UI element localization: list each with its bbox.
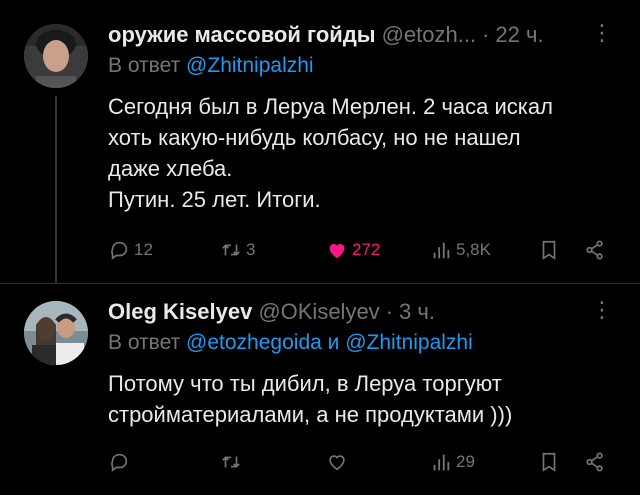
reply-count: 12: [134, 240, 153, 259]
avatar[interactable]: [24, 301, 88, 365]
share-icon: [586, 452, 603, 472]
repost-count: 3: [246, 240, 256, 259]
timestamp[interactable]: 3 ч.: [399, 299, 435, 325]
separator-dot: ·: [482, 22, 490, 47]
like-icon: [329, 244, 345, 259]
action-bar: 29: [108, 449, 618, 475]
like-icon: [329, 455, 345, 471]
like-button[interactable]: 272: [326, 237, 380, 263]
tweet-header: Oleg Kiselyev @OKiselyev · 3 ч.: [108, 299, 620, 327]
mention-link[interactable]: @Zhitnipalzhi: [186, 54, 314, 77]
reply-icon: [111, 241, 128, 260]
reply-and: и: [327, 331, 340, 354]
reply-prefix: В ответ: [108, 331, 181, 354]
views-button[interactable]: 29: [430, 449, 475, 475]
tweet-text-line: даже хлеба.: [108, 156, 233, 181]
author-handle[interactable]: @etozh...: [382, 22, 477, 48]
views-button[interactable]: 5,8K: [430, 237, 491, 263]
tweet-text-line: Путин. 25 лет. Итоги.: [108, 187, 321, 212]
author-name[interactable]: оружие массовой гойды: [108, 22, 376, 48]
reply-context: В ответ @Zhitnipalzhi: [108, 54, 620, 82]
views-icon: [433, 454, 450, 471]
share-button[interactable]: [584, 449, 606, 475]
share-icon: [586, 240, 603, 260]
repost-icon: [222, 244, 240, 256]
tweet-text-line: Потому что ты дибил, в Леруа торгуют: [108, 371, 502, 396]
reply-button[interactable]: 12: [108, 237, 153, 263]
repost-button[interactable]: [220, 449, 242, 475]
tweet[interactable]: оружие массовой гойды @etozh... · 22 ч. …: [0, 0, 640, 283]
share-button[interactable]: [584, 237, 606, 263]
bookmark-button[interactable]: [538, 449, 560, 475]
bookmark-button[interactable]: [538, 237, 560, 263]
action-bar: 12 3 272 5,8K: [108, 237, 618, 263]
reply-icon: [111, 453, 128, 472]
repost-icon: [222, 456, 240, 468]
more-icon[interactable]: ⋮: [591, 20, 613, 46]
tweet-text: Потому что ты дибил, в Леруа торгуют стр…: [108, 368, 620, 430]
reply-button[interactable]: [108, 449, 130, 475]
bookmark-icon: [542, 240, 556, 260]
timestamp[interactable]: 22 ч.: [495, 22, 543, 48]
tweet-text-line: стройматериалами, а не продуктами ))): [108, 402, 513, 427]
thread-line: [55, 96, 57, 283]
views-count: 29: [456, 452, 475, 471]
views-count: 5,8K: [456, 240, 491, 259]
views-icon: [433, 242, 450, 259]
tweet-text: Сегодня был в Леруа Мерлен. 2 часа искал…: [108, 91, 620, 215]
more-icon[interactable]: ⋮: [591, 297, 613, 323]
tweet-text-line: хоть какую-нибудь колбасу, но не нашел: [108, 125, 521, 150]
reply-context: В ответ @etozhegoida и @Zhitnipalzhi: [108, 331, 620, 359]
avatar[interactable]: [24, 24, 88, 88]
tweet[interactable]: Oleg Kiselyev @OKiselyev · 3 ч. ⋮ В отве…: [0, 283, 640, 495]
repost-button[interactable]: 3: [220, 237, 255, 263]
bookmark-icon: [542, 452, 556, 472]
tweet-text-line: Сегодня был в Леруа Мерлен. 2 часа искал: [108, 94, 553, 119]
tweet-header: оружие массовой гойды @etozh... · 22 ч.: [108, 22, 620, 50]
mention-link[interactable]: @Zhitnipalzhi: [345, 331, 473, 354]
separator-dot: ·: [385, 299, 394, 324]
like-count: 272: [352, 240, 381, 259]
like-button[interactable]: [326, 449, 348, 475]
author-name[interactable]: Oleg Kiselyev: [108, 299, 252, 325]
reply-prefix: В ответ: [108, 54, 181, 77]
author-handle[interactable]: @OKiselyev: [258, 299, 379, 325]
mention-link[interactable]: @etozhegoida: [186, 331, 322, 354]
